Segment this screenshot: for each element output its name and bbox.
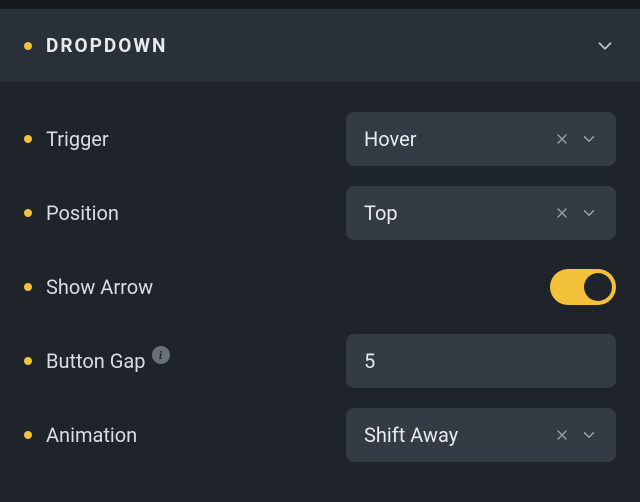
bullet-icon (24, 209, 32, 217)
position-select[interactable]: Top (346, 186, 616, 240)
select-icons (554, 130, 598, 148)
clear-icon[interactable] (554, 131, 570, 147)
row-animation: Animation Shift Away (24, 398, 616, 472)
section-body: Trigger Hover Position To (0, 82, 640, 472)
select-value: Shift Away (364, 423, 458, 447)
row-left: Animation (24, 423, 346, 447)
top-divider (0, 0, 640, 8)
row-button-gap: Button Gap i (24, 324, 616, 398)
chevron-down-icon[interactable] (580, 204, 598, 222)
info-icon[interactable]: i (152, 346, 170, 364)
select-icons (554, 426, 598, 444)
chevron-down-icon[interactable] (594, 35, 616, 57)
trigger-select[interactable]: Hover (346, 112, 616, 166)
clear-icon[interactable] (554, 427, 570, 443)
control-area: Top (346, 186, 616, 240)
section-header-left: DROPDOWN (24, 34, 167, 57)
control-area (346, 334, 616, 388)
row-label: Button Gap i (46, 349, 170, 373)
animation-select[interactable]: Shift Away (346, 408, 616, 462)
row-left: Trigger (24, 127, 346, 151)
control-area: Shift Away (346, 408, 616, 462)
button-gap-input[interactable] (346, 334, 616, 388)
control-area (346, 269, 616, 305)
chevron-down-icon[interactable] (580, 130, 598, 148)
row-label: Position (46, 201, 119, 225)
row-show-arrow: Show Arrow (24, 250, 616, 324)
select-value: Hover (364, 127, 416, 151)
toggle-knob (584, 273, 612, 301)
row-left: Show Arrow (24, 275, 346, 299)
control-area: Hover (346, 112, 616, 166)
bullet-icon (24, 135, 32, 143)
section-bullet-icon (24, 42, 32, 50)
label-text: Button Gap (46, 349, 146, 373)
row-left: Position (24, 201, 346, 225)
row-left: Button Gap i (24, 349, 346, 373)
row-label: Animation (46, 423, 137, 447)
row-trigger: Trigger Hover (24, 102, 616, 176)
bullet-icon (24, 357, 32, 365)
bullet-icon (24, 283, 32, 291)
select-icons (554, 204, 598, 222)
chevron-down-icon[interactable] (580, 426, 598, 444)
clear-icon[interactable] (554, 205, 570, 221)
select-value: Top (364, 201, 398, 225)
show-arrow-toggle[interactable] (550, 269, 616, 305)
row-position: Position Top (24, 176, 616, 250)
bullet-icon (24, 431, 32, 439)
row-label: Trigger (46, 127, 109, 151)
section-header[interactable]: DROPDOWN (0, 8, 640, 82)
row-label: Show Arrow (46, 275, 153, 299)
section-title: DROPDOWN (46, 34, 167, 57)
